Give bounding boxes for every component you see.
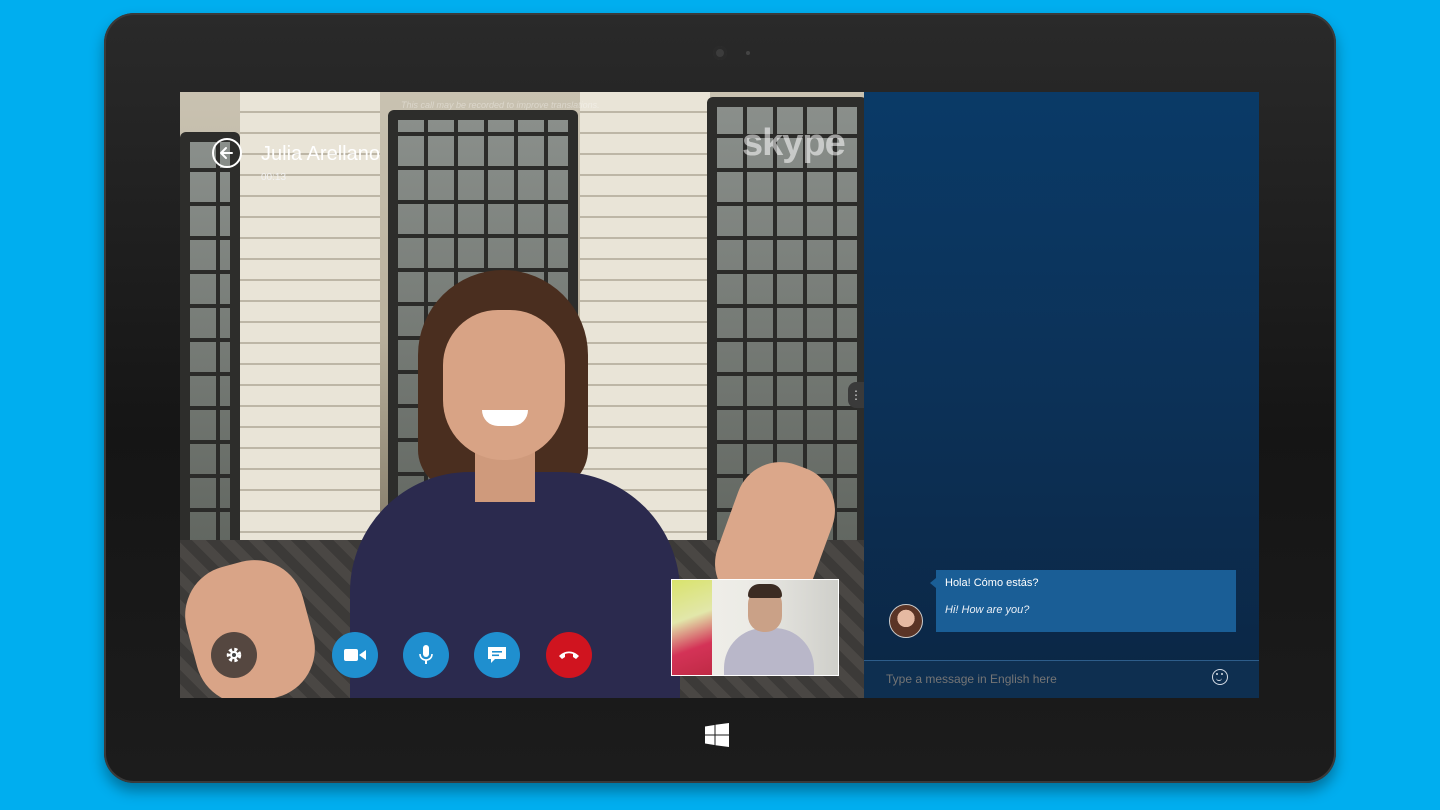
settings-button[interactable] (211, 632, 257, 678)
message-input[interactable] (884, 671, 1198, 687)
gear-icon (226, 647, 242, 663)
contact-avatar (889, 604, 923, 638)
message-translated-text: Hi! How are you? (945, 604, 1030, 616)
windows-logo-icon[interactable] (705, 723, 729, 747)
chat-button[interactable] (474, 632, 520, 678)
self-view-background (672, 580, 712, 675)
chat-bubble-icon (488, 647, 506, 663)
window (180, 132, 240, 552)
self-view-hair (748, 584, 782, 598)
phone-hangup-icon (559, 651, 579, 659)
video-toggle-button[interactable] (332, 632, 378, 678)
screen: This call may be recorded to improve tra… (180, 92, 1259, 698)
tablet-device: This call may be recorded to improve tra… (104, 13, 1336, 783)
contact-name: Julia Arellano (261, 143, 380, 165)
microphone-icon (419, 645, 433, 664)
mute-button[interactable] (403, 632, 449, 678)
message-original-text: Hola! Cómo estás? (945, 577, 1039, 589)
recording-caption: This call may be recorded to improve tra… (401, 100, 600, 110)
person-face (443, 310, 565, 460)
self-view-video[interactable] (671, 579, 839, 676)
end-call-button[interactable] (546, 632, 592, 678)
remote-video: This call may be recorded to improve tra… (180, 92, 864, 698)
skype-watermark: skype (742, 122, 846, 164)
message-bubble: Hola! Cómo estás? Hi! How are you? (930, 570, 1236, 632)
pane-resize-handle[interactable]: ⋮ (848, 382, 864, 408)
self-view-body (724, 628, 814, 675)
call-timer: 00:13 (261, 172, 287, 183)
smiley-icon[interactable] (1212, 669, 1228, 685)
arrow-left-icon (220, 147, 233, 159)
video-camera-icon (344, 649, 366, 661)
light-sensor (746, 51, 750, 55)
front-camera (713, 46, 727, 60)
chat-pane: Hola! Cómo estás? Hi! How are you? (864, 92, 1259, 698)
message-input-bar (864, 660, 1259, 698)
back-button[interactable] (212, 138, 242, 168)
